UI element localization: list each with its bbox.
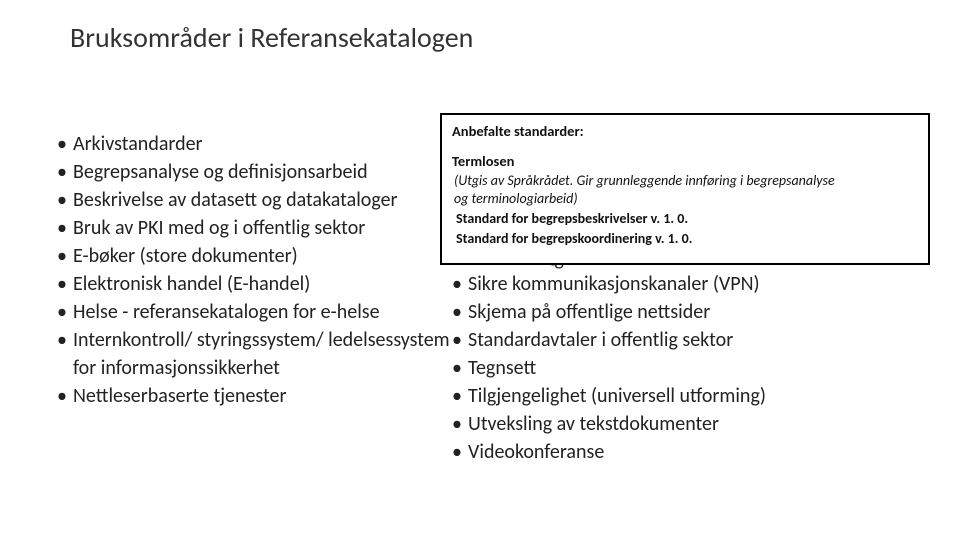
overlay-standard-line: Standard for begrepsbeskrivelser v. 1. 0… [452,209,918,229]
overlay-term: Termlosen [452,151,918,171]
list-item: E-bøker (store dokumenter) [55,242,455,270]
list-item: Skjema på offentlige nettsider [450,298,910,326]
list-item: Beskrivelse av datasett og datakataloger [55,186,455,214]
slide-title: Bruksområder i Referansekatalogen [70,20,473,55]
overlay-italic-line: og terminologiarbeid) [452,190,918,209]
list-item: Helse - referansekatalogen for e-helse [55,298,455,326]
left-column: Arkivstandarder Begrepsanalyse og defini… [55,130,455,410]
list-item: Elektronisk handel (E-handel) [55,270,455,298]
list-item: Arkivstandarder [55,130,455,158]
list-item: Tegnsett [450,354,910,382]
overlay-box: Anbefalte standarder: Termlosen (Utgis a… [440,113,930,265]
list-item: Nettleserbaserte tjenester [55,382,455,410]
list-item: Standardavtaler i offentlig sektor [450,326,910,354]
left-list: Arkivstandarder Begrepsanalyse og defini… [55,130,455,410]
list-item: Sikre kommunikasjonskanaler (VPN) [450,270,910,298]
overlay-italic-line: (Utgis av Språkrådet. Gir grunnleggende … [452,172,918,191]
list-item: Bruk av PKI med og i offentlig sektor [55,214,455,242]
list-item: Videokonferanse [450,438,910,466]
list-item: Tilgjengelighet (universell utforming) [450,382,910,410]
list-item: Begrepsanalyse og definisjonsarbeid [55,158,455,186]
list-item: Utveksling av tekstdokumenter [450,410,910,438]
list-item: Internkontroll/ styringssystem/ ledelses… [55,326,455,382]
overlay-heading: Anbefalte standarder: [452,121,918,141]
overlay-standard-line: Standard for begrepskoordinering v. 1. 0… [452,229,918,249]
